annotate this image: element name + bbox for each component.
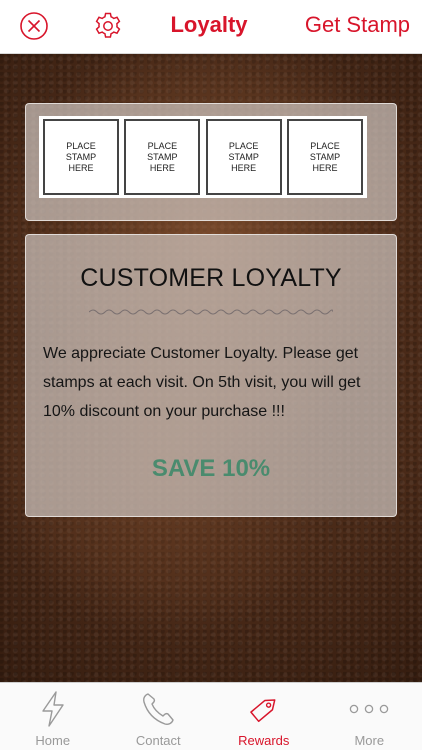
tab-rewards[interactable]: Rewards bbox=[211, 683, 317, 750]
phone-icon bbox=[133, 687, 183, 731]
navigation-bar: Loyalty Get Stamp bbox=[0, 0, 422, 54]
tab-home[interactable]: Home bbox=[0, 683, 106, 750]
tab-bar: Home Contact Rewards More bbox=[0, 682, 422, 750]
tag-icon bbox=[239, 687, 289, 731]
stamp-strip: PLACE STAMP HERE PLACE STAMP HERE PLACE … bbox=[39, 116, 367, 198]
page-title: Loyalty bbox=[170, 12, 248, 37]
tab-label: Home bbox=[35, 733, 71, 748]
settings-button[interactable] bbox=[90, 8, 126, 44]
loyalty-title: CUSTOMER LOYALTY bbox=[80, 264, 342, 292]
wavy-divider bbox=[89, 309, 333, 315]
tab-contact[interactable]: Contact bbox=[106, 683, 212, 750]
tab-label: Rewards bbox=[238, 733, 290, 748]
stamp-slot[interactable]: PLACE STAMP HERE bbox=[286, 119, 363, 195]
stamp-slot[interactable]: PLACE STAMP HERE bbox=[124, 119, 201, 195]
tab-label: Contact bbox=[135, 733, 181, 748]
stamp-slot[interactable]: PLACE STAMP HERE bbox=[43, 119, 119, 195]
tab-label: More bbox=[354, 733, 385, 748]
offer-text: SAVE 10% bbox=[151, 455, 271, 482]
stamp-card: PLACE STAMP HERE PLACE STAMP HERE PLACE … bbox=[25, 103, 397, 221]
gear-icon bbox=[95, 12, 121, 38]
loyalty-info-card: CUSTOMER LOYALTY We appreciate Customer … bbox=[25, 234, 397, 517]
loyalty-description: We appreciate Customer Loyalty. Please g… bbox=[43, 345, 361, 420]
more-dots-icon bbox=[344, 687, 394, 731]
lightning-icon bbox=[28, 687, 78, 731]
stamp-slot[interactable]: PLACE STAMP HERE bbox=[205, 119, 282, 195]
close-circle-icon bbox=[20, 12, 48, 40]
get-stamp-button[interactable]: Get Stamp bbox=[305, 12, 410, 38]
close-button[interactable] bbox=[16, 8, 52, 44]
tab-more[interactable]: More bbox=[317, 683, 422, 750]
